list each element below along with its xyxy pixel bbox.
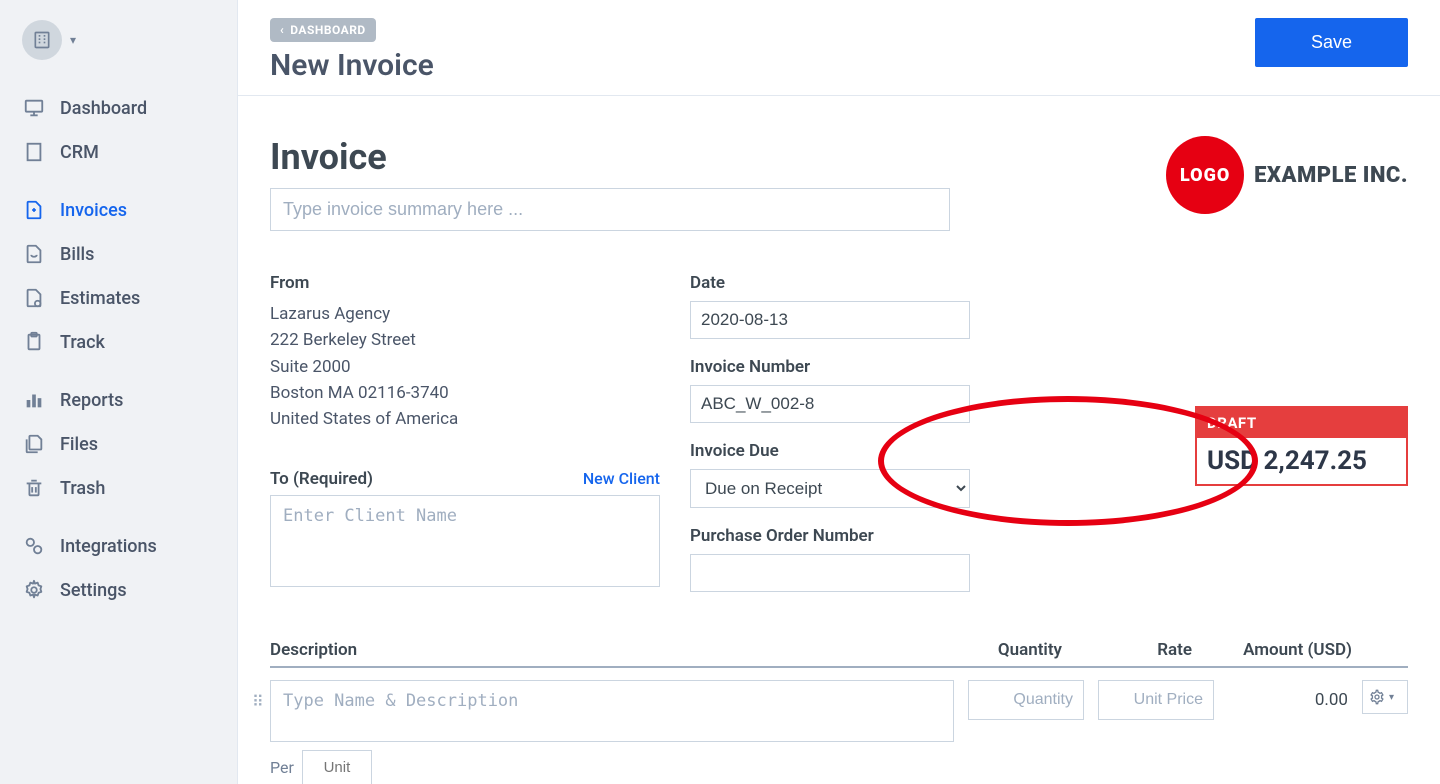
- sidebar-item-label: Invoices: [60, 200, 127, 221]
- sidebar-item-settings[interactable]: Settings: [0, 568, 237, 612]
- sidebar-item-label: Estimates: [60, 288, 140, 309]
- sidebar-item-label: Integrations: [60, 536, 157, 557]
- chevron-down-icon: ▾: [1389, 692, 1394, 703]
- bar-chart-icon: [22, 388, 46, 412]
- drag-handle-icon[interactable]: ⠿: [252, 692, 264, 711]
- invoice-heading: Invoice: [270, 136, 950, 178]
- from-label: From: [270, 273, 660, 293]
- to-label: To (Required): [270, 469, 373, 489]
- po-label: Purchase Order Number: [690, 526, 970, 546]
- sidebar-item-bills[interactable]: Bills: [0, 232, 237, 276]
- save-button[interactable]: Save: [1255, 18, 1408, 67]
- sidebar: ▾ Dashboard CRM Invoices Bills: [0, 0, 238, 784]
- line-rate-input[interactable]: [1098, 680, 1214, 720]
- sidebar-item-label: Track: [60, 332, 105, 353]
- sidebar-item-label: Bills: [60, 244, 94, 265]
- sidebar-item-crm[interactable]: CRM: [0, 130, 237, 174]
- logo-area[interactable]: LOGO EXAMPLE INC.: [1166, 136, 1408, 214]
- sidebar-item-trash[interactable]: Trash: [0, 466, 237, 510]
- date-input[interactable]: [690, 301, 970, 339]
- org-switcher-icon[interactable]: [22, 20, 62, 60]
- sidebar-item-track[interactable]: Track: [0, 320, 237, 364]
- gear-icon: [22, 578, 46, 602]
- gear-icon: [1369, 689, 1385, 705]
- per-unit-row: Per: [270, 750, 1228, 784]
- page-title: New Invoice: [270, 48, 434, 83]
- col-amount: Amount (USD): [1192, 640, 1352, 660]
- po-input[interactable]: [690, 554, 970, 592]
- client-input[interactable]: [270, 495, 660, 587]
- line-options-button[interactable]: ▾: [1362, 680, 1408, 714]
- link-icon: [22, 534, 46, 558]
- invoice-number-label: Invoice Number: [690, 357, 970, 377]
- line-item-row: ⠿ 0.00 ▾: [270, 680, 1408, 742]
- chevron-down-icon[interactable]: ▾: [70, 33, 76, 47]
- per-label: Per: [270, 758, 294, 777]
- sidebar-item-dashboard[interactable]: Dashboard: [0, 86, 237, 130]
- company-name: EXAMPLE INC.: [1254, 163, 1408, 188]
- invoice-icon: [22, 198, 46, 222]
- col-quantity: Quantity: [932, 640, 1062, 660]
- main-content: ‹ DASHBOARD New Invoice Save Invoice LOG…: [238, 0, 1440, 784]
- files-icon: [22, 432, 46, 456]
- line-description-input[interactable]: [270, 680, 954, 742]
- topbar: ‹ DASHBOARD New Invoice Save: [238, 0, 1440, 96]
- col-rate: Rate: [1062, 640, 1192, 660]
- invoice-due-select[interactable]: Due on Receipt: [690, 469, 970, 508]
- sidebar-item-label: Files: [60, 434, 98, 455]
- sidebar-item-label: Trash: [60, 478, 105, 499]
- sidebar-item-files[interactable]: Files: [0, 422, 237, 466]
- monitor-icon: [22, 96, 46, 120]
- date-label: Date: [690, 273, 970, 293]
- chevron-left-icon: ‹: [280, 23, 284, 37]
- line-amount: 0.00: [1228, 680, 1348, 710]
- sidebar-item-label: Settings: [60, 580, 127, 601]
- total-box: DRAFT USD 2,247.25: [1195, 406, 1408, 486]
- sidebar-item-label: Dashboard: [60, 98, 147, 119]
- draft-badge: DRAFT: [1197, 408, 1406, 438]
- new-client-link[interactable]: New Client: [583, 469, 660, 488]
- bill-icon: [22, 242, 46, 266]
- col-description: Description: [270, 640, 932, 660]
- trash-icon: [22, 476, 46, 500]
- sidebar-item-estimates[interactable]: Estimates: [0, 276, 237, 320]
- sidebar-item-integrations[interactable]: Integrations: [0, 524, 237, 568]
- breadcrumb-back[interactable]: ‹ DASHBOARD: [270, 18, 376, 42]
- logo-icon: LOGO: [1166, 136, 1244, 214]
- clipboard-icon: [22, 330, 46, 354]
- sidebar-item-label: Reports: [60, 390, 123, 411]
- building-icon: [22, 140, 46, 164]
- sidebar-item-label: CRM: [60, 142, 99, 163]
- summary-input[interactable]: [270, 188, 950, 231]
- estimate-icon: [22, 286, 46, 310]
- sidebar-item-invoices[interactable]: Invoices: [0, 188, 237, 232]
- unit-input[interactable]: [302, 750, 372, 784]
- line-items-header: Description Quantity Rate Amount (USD): [270, 640, 1408, 668]
- invoice-due-label: Invoice Due: [690, 441, 970, 461]
- content-area: Invoice LOGO EXAMPLE INC. From Lazarus A…: [238, 96, 1440, 784]
- from-address: Lazarus Agency 222 Berkeley Street Suite…: [270, 301, 660, 433]
- line-quantity-input[interactable]: [968, 680, 1084, 720]
- sidebar-item-reports[interactable]: Reports: [0, 378, 237, 422]
- invoice-total: USD 2,247.25: [1197, 438, 1406, 484]
- invoice-number-input[interactable]: [690, 385, 970, 423]
